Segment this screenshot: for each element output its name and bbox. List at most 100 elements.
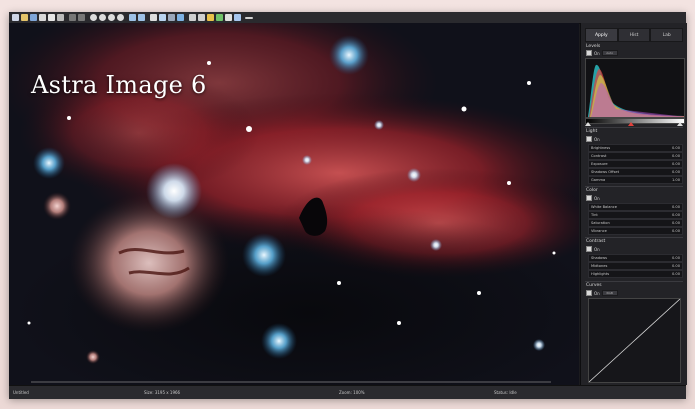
param-value: 0.00: [671, 170, 680, 174]
white-point-handle[interactable]: [677, 122, 683, 126]
color-on-label: On: [594, 195, 600, 201]
light-on-label: On: [594, 136, 600, 142]
param-value: 0.00: [671, 146, 680, 150]
crop-icon[interactable]: [57, 14, 64, 21]
contrast-on-row[interactable]: On: [586, 246, 600, 252]
param-label: Midtones: [591, 264, 608, 268]
status-state: Status: Idle: [494, 390, 517, 395]
save-as-icon[interactable]: [39, 14, 46, 21]
picker-icon[interactable]: [225, 14, 232, 21]
curves-editor[interactable]: [588, 298, 681, 383]
param-label: Exposure: [591, 162, 608, 166]
curves-checkbox[interactable]: [586, 290, 592, 296]
param-value: 0.00: [671, 205, 680, 209]
tab-hist[interactable]: Hist: [617, 28, 651, 42]
levels-title: Levels: [586, 44, 601, 49]
copy-icon[interactable]: [48, 14, 55, 21]
param-label: Gamma: [591, 178, 606, 182]
param-value: 0.00: [671, 264, 680, 268]
status-zoom: Zoom: 100%: [339, 390, 365, 395]
param-value: 0.00: [671, 229, 680, 233]
levels-checkbox[interactable]: [586, 50, 592, 56]
curves-on-row[interactable]: On RGB: [586, 290, 618, 296]
param-value: 0.00: [671, 154, 680, 158]
param-shadows-offset[interactable]: Shadows Offset 0.00: [588, 168, 683, 176]
param-brightness[interactable]: Brightness 0.00: [588, 144, 683, 152]
param-value: 1.00: [671, 178, 680, 182]
zoom-fit-icon[interactable]: [108, 14, 115, 21]
curves-channel-field[interactable]: RGB: [601, 290, 618, 296]
grid-icon[interactable]: [150, 14, 157, 21]
divider: [585, 186, 683, 187]
black-point-handle[interactable]: [585, 122, 591, 126]
zoom-out-icon[interactable]: [99, 14, 106, 21]
param-white-balance[interactable]: White Balance 0.00: [588, 203, 683, 211]
status-size: Size: 3195 x 1966: [144, 390, 181, 395]
midtone-handle[interactable]: [628, 122, 634, 126]
levels-gradient-slider[interactable]: [585, 118, 685, 124]
app-title: Astra Image 6: [31, 71, 207, 99]
param-value: 0.00: [671, 272, 680, 276]
star-icon[interactable]: [207, 14, 214, 21]
view-mode-icon[interactable]: [234, 14, 241, 21]
contrast-checkbox[interactable]: [586, 246, 592, 252]
param-highlights[interactable]: Highlights 0.00: [588, 270, 683, 278]
tab-apply[interactable]: Apply: [585, 28, 618, 42]
menu-icon[interactable]: [245, 17, 253, 19]
divider: [585, 127, 683, 128]
param-saturation[interactable]: Saturation 0.00: [588, 219, 683, 227]
light-checkbox[interactable]: [586, 136, 592, 142]
levels-mode-field[interactable]: Auto: [601, 50, 618, 56]
info-icon[interactable]: [198, 14, 205, 21]
triangle-icon[interactable]: [177, 14, 184, 21]
zoom-in-icon[interactable]: [90, 14, 97, 21]
param-tint[interactable]: Tint 0.00: [588, 211, 683, 219]
adjustments-panel: Apply Hist Lab Levels On Auto Light On B…: [580, 23, 687, 393]
light-on-row[interactable]: On: [586, 136, 600, 142]
param-shadows[interactable]: Shadows 0.00: [588, 254, 683, 262]
param-label: Shadows: [591, 256, 608, 260]
image-canvas[interactable]: Astra Image 6: [9, 23, 579, 385]
curves-on-label: On: [594, 290, 600, 296]
param-label: Vibrance: [591, 229, 607, 233]
histogram: [585, 58, 685, 118]
redo-icon[interactable]: [78, 14, 85, 21]
param-exposure[interactable]: Exposure 0.00: [588, 160, 683, 168]
tab-lab[interactable]: Lab: [650, 28, 684, 42]
curves-title: Curves: [586, 283, 602, 288]
color-on-row[interactable]: On: [586, 195, 600, 201]
levels-on-label: On: [594, 50, 600, 56]
param-label: Highlights: [591, 272, 610, 276]
color-title: Color: [586, 188, 598, 193]
horizontal-scrollbar[interactable]: [31, 381, 551, 383]
flip-icon[interactable]: [138, 14, 145, 21]
contrast-title: Contrast: [586, 239, 606, 244]
rotate-icon[interactable]: [129, 14, 136, 21]
save-icon[interactable]: [30, 14, 37, 21]
param-label: Saturation: [591, 221, 610, 225]
status-bar: Untitled Size: 3195 x 1966 Zoom: 100% St…: [9, 385, 686, 399]
param-label: Tint: [591, 213, 598, 217]
levels-on-row[interactable]: On Auto: [586, 50, 618, 56]
new-file-icon[interactable]: [12, 14, 19, 21]
param-vibrance[interactable]: Vibrance 0.00: [588, 227, 683, 235]
param-label: Brightness: [591, 146, 611, 150]
undo-icon[interactable]: [69, 14, 76, 21]
light-title: Light: [586, 129, 598, 134]
mask-icon[interactable]: [168, 14, 175, 21]
open-file-icon[interactable]: [21, 14, 28, 21]
divider: [585, 237, 683, 238]
param-midtones[interactable]: Midtones 0.00: [588, 262, 683, 270]
contrast-on-label: On: [594, 246, 600, 252]
settings-icon[interactable]: [189, 14, 196, 21]
param-label: Contrast: [591, 154, 607, 158]
compare-icon[interactable]: [159, 14, 166, 21]
param-contrast[interactable]: Contrast 0.00: [588, 152, 683, 160]
param-gamma[interactable]: Gamma 1.00: [588, 176, 683, 184]
param-label: Shadows Offset: [591, 170, 619, 174]
zoom-actual-icon[interactable]: [117, 14, 124, 21]
brush-icon[interactable]: [216, 14, 223, 21]
param-value: 0.00: [671, 213, 680, 217]
app-window: Astra Image 6 Apply Hist Lab Levels On A…: [9, 12, 687, 399]
color-checkbox[interactable]: [586, 195, 592, 201]
